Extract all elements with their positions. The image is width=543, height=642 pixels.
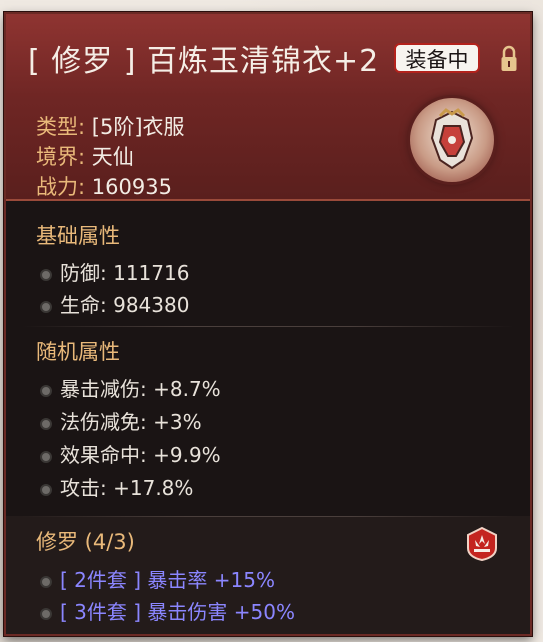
attr-label: 法伤减免: bbox=[60, 410, 147, 434]
base-attr-defense: 防御: 111716 bbox=[40, 257, 189, 286]
set-bonus-title: 修罗 (4/3) bbox=[36, 530, 135, 554]
set-bonus-3pc: [ 3件套 ] 暴击伤害 +50% bbox=[40, 596, 295, 625]
random-attr-attack: 攻击: +17.8% bbox=[40, 472, 193, 501]
attr-value: 984380 bbox=[113, 293, 190, 317]
attr-value: +8.7% bbox=[153, 377, 221, 401]
attr-value: +17.8% bbox=[113, 476, 194, 500]
set-bonus-text: [ 2件套 ] 暴击率 +15% bbox=[60, 568, 275, 592]
attr-value: +9.9% bbox=[153, 443, 221, 467]
random-attr-magic-dmg-reduction: 法伤减免: +3% bbox=[40, 406, 202, 435]
item-title: [ 修罗 ] 百炼玉清锦衣+2 bbox=[28, 44, 380, 79]
attr-label: 生命: bbox=[60, 293, 107, 317]
random-attr-effect-hit: 效果命中: +9.9% bbox=[40, 439, 221, 468]
type-value: [5阶]衣服 bbox=[91, 115, 185, 139]
set-bonus-2pc: [ 2件套 ] 暴击率 +15% bbox=[40, 564, 275, 593]
bullet-icon bbox=[40, 450, 52, 463]
item-meta: 类型: [5阶]衣服 境界: 天仙 战力: 160935 bbox=[36, 112, 185, 202]
power-label: 战力: bbox=[36, 175, 86, 199]
attr-label: 防御: bbox=[60, 261, 107, 285]
attr-label: 暴击减伤: bbox=[60, 377, 147, 401]
attr-value: 111716 bbox=[113, 261, 190, 285]
base-attr-hp: 生命: 984380 bbox=[40, 289, 189, 318]
bullet-icon bbox=[40, 268, 52, 281]
type-label: 类型: bbox=[36, 115, 86, 139]
realm-label: 境界: bbox=[36, 145, 86, 169]
divider bbox=[22, 326, 514, 327]
bullet-icon bbox=[40, 607, 52, 620]
set-bonus-text: [ 3件套 ] 暴击伤害 +50% bbox=[60, 600, 295, 624]
random-attrs-title: 随机属性 bbox=[36, 340, 120, 364]
power-row: 战力: 160935 bbox=[36, 172, 185, 202]
set-emblem-icon bbox=[467, 526, 497, 562]
bullet-icon bbox=[40, 417, 52, 430]
power-value: 160935 bbox=[91, 175, 172, 199]
lock-icon[interactable] bbox=[500, 44, 518, 74]
bullet-icon bbox=[40, 575, 52, 588]
divider bbox=[22, 516, 514, 517]
bullet-icon bbox=[40, 483, 52, 496]
type-row: 类型: [5阶]衣服 bbox=[36, 112, 185, 142]
item-tooltip-panel: [ 修罗 ] 百炼玉清锦衣+2 装备中 类型: [5阶]衣服 境界: 天仙 战力… bbox=[4, 12, 532, 636]
random-attr-crit-dmg-reduction: 暴击减伤: +8.7% bbox=[40, 373, 221, 402]
realm-value: 天仙 bbox=[91, 145, 134, 169]
equipped-badge: 装备中 bbox=[394, 43, 480, 73]
realm-row: 境界: 天仙 bbox=[36, 142, 185, 172]
attr-label: 攻击: bbox=[60, 476, 107, 500]
equipment-icon bbox=[410, 98, 494, 182]
attr-value: +3% bbox=[153, 410, 202, 434]
base-attrs-title: 基础属性 bbox=[36, 224, 120, 248]
bullet-icon bbox=[40, 300, 52, 313]
attr-label: 效果命中: bbox=[60, 443, 147, 467]
bullet-icon bbox=[40, 384, 52, 397]
